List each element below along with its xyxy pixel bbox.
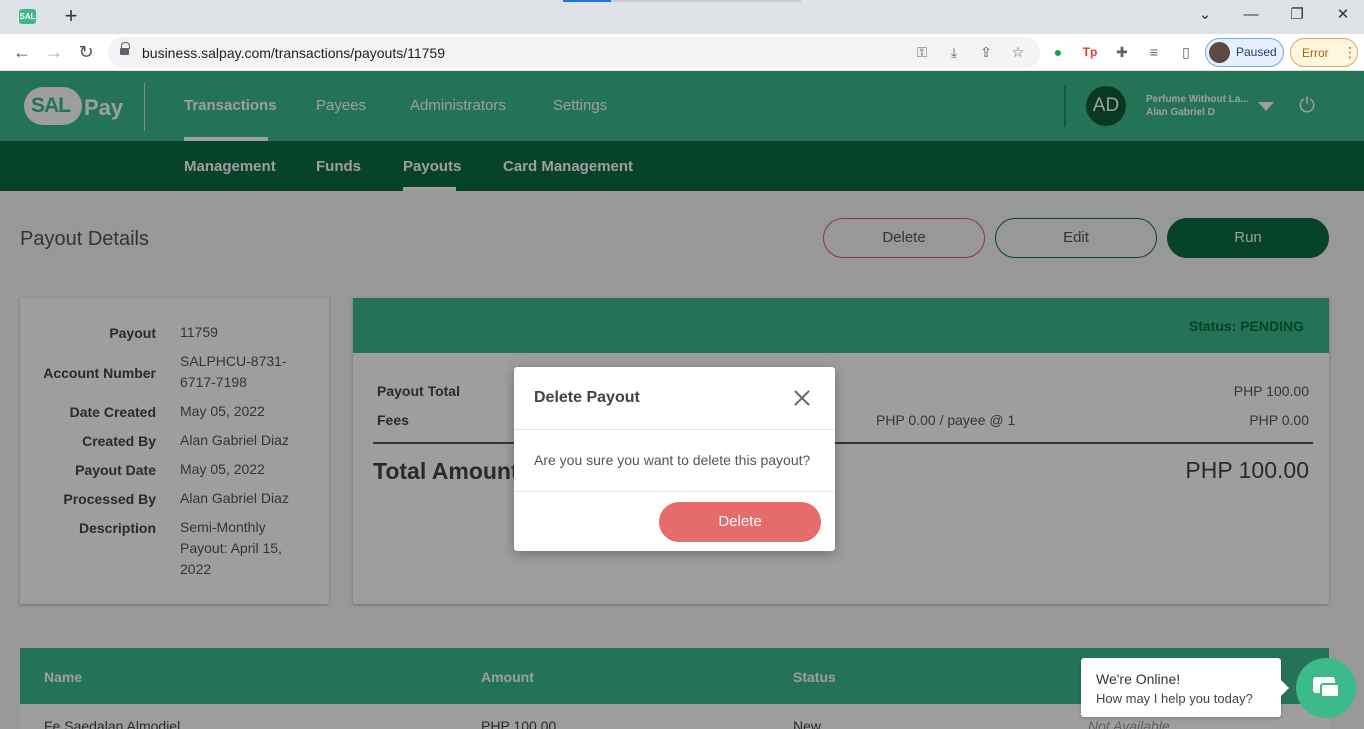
profile-avatar [1209,42,1230,63]
browser-tab-bar: SAL + ⌄ — ❐ ✕ [0,0,1364,34]
chat-greeting-bubble[interactable]: We're Online! How may I help you today? [1081,658,1289,717]
share-icon[interactable]: ⇪ [976,42,996,62]
salpay-favicon-icon[interactable]: SAL [19,9,36,24]
new-tab-icon[interactable]: + [60,4,82,28]
chat-subtitle: How may I help you today? [1096,691,1253,706]
password-key-icon[interactable]: ⚿ [912,42,932,62]
install-app-icon[interactable]: ⤓ [944,42,964,62]
confirm-delete-button[interactable]: Delete [659,502,821,542]
lock-icon[interactable] [120,42,130,57]
kebab-menu-icon: ⋮ [1343,44,1357,60]
dialog-divider-bottom [514,491,835,492]
close-window-icon[interactable]: ✕ [1328,4,1358,26]
profile-status-label: Paused [1236,45,1277,59]
reload-icon[interactable]: ↻ [74,40,98,64]
media-control-icon[interactable]: ≡ [1144,42,1164,62]
extensions-puzzle-icon[interactable]: ✚ [1112,42,1132,62]
delete-payout-dialog: Delete Payout Are you sure you want to d… [514,367,835,551]
url-text[interactable]: business.salpay.com/transactions/payouts… [142,45,445,61]
grammarly-extension-icon[interactable]: ● [1048,42,1068,62]
close-icon[interactable] [793,389,811,407]
browser-toolbar: ← → ↻ business.salpay.com/transactions/p… [0,34,1364,71]
dialog-message: Are you sure you want to delete this pay… [534,452,811,468]
dialog-divider-top [514,429,835,430]
restore-icon[interactable]: ❐ [1282,4,1312,26]
tab-search-icon[interactable]: ⌄ [1190,4,1220,26]
tab-strip-highlight [611,0,801,2]
forward-icon[interactable]: → [42,40,66,64]
dialog-title: Delete Payout [534,389,640,406]
minimize-icon[interactable]: — [1236,4,1266,26]
profile-paused-button[interactable]: Paused [1205,38,1284,67]
chat-bubble-front-icon [1320,683,1340,698]
tab-loading-indicator [563,0,611,2]
side-panel-icon[interactable]: ▯ [1176,42,1196,62]
address-bar[interactable]: business.salpay.com/transactions/payouts… [108,37,1040,68]
error-label: Error [1302,46,1329,60]
back-icon[interactable]: ← [10,40,34,64]
tp-extension-icon[interactable]: Tp [1080,42,1100,62]
bookmark-star-icon[interactable]: ☆ [1008,42,1028,62]
chat-title: We're Online! [1096,671,1181,687]
chat-launcher-button[interactable] [1296,658,1356,718]
browser-error-button[interactable]: Error ⋮ [1290,38,1358,67]
